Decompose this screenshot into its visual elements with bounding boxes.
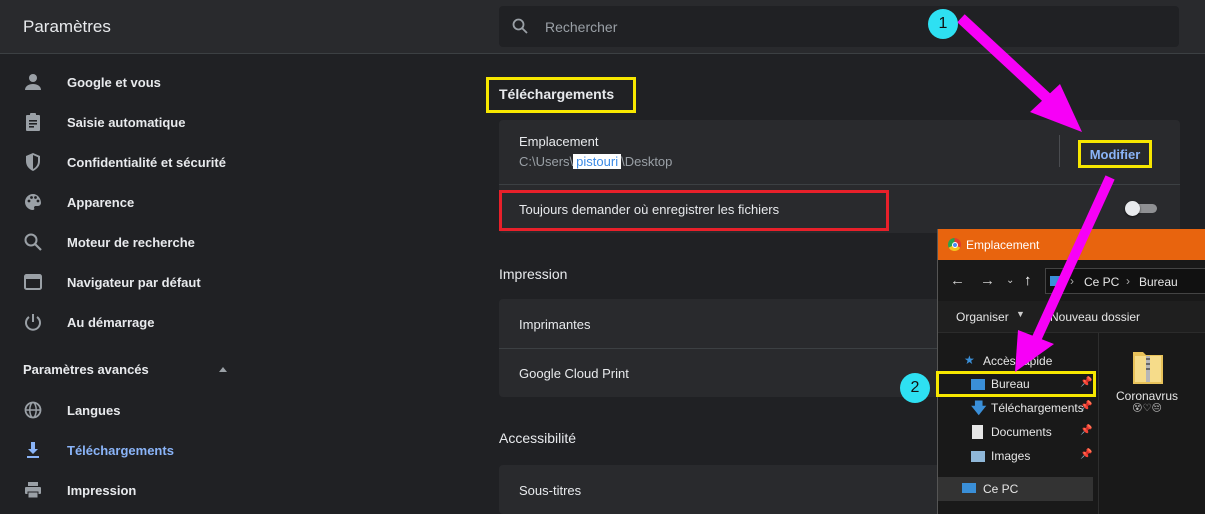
arrow-2-shaft <box>1029 175 1115 347</box>
step-badge-1: 1 <box>928 9 958 39</box>
step-badge-2: 2 <box>900 373 930 403</box>
arrow-1-shaft <box>957 14 1068 118</box>
annotation-arrows <box>957 14 1115 372</box>
